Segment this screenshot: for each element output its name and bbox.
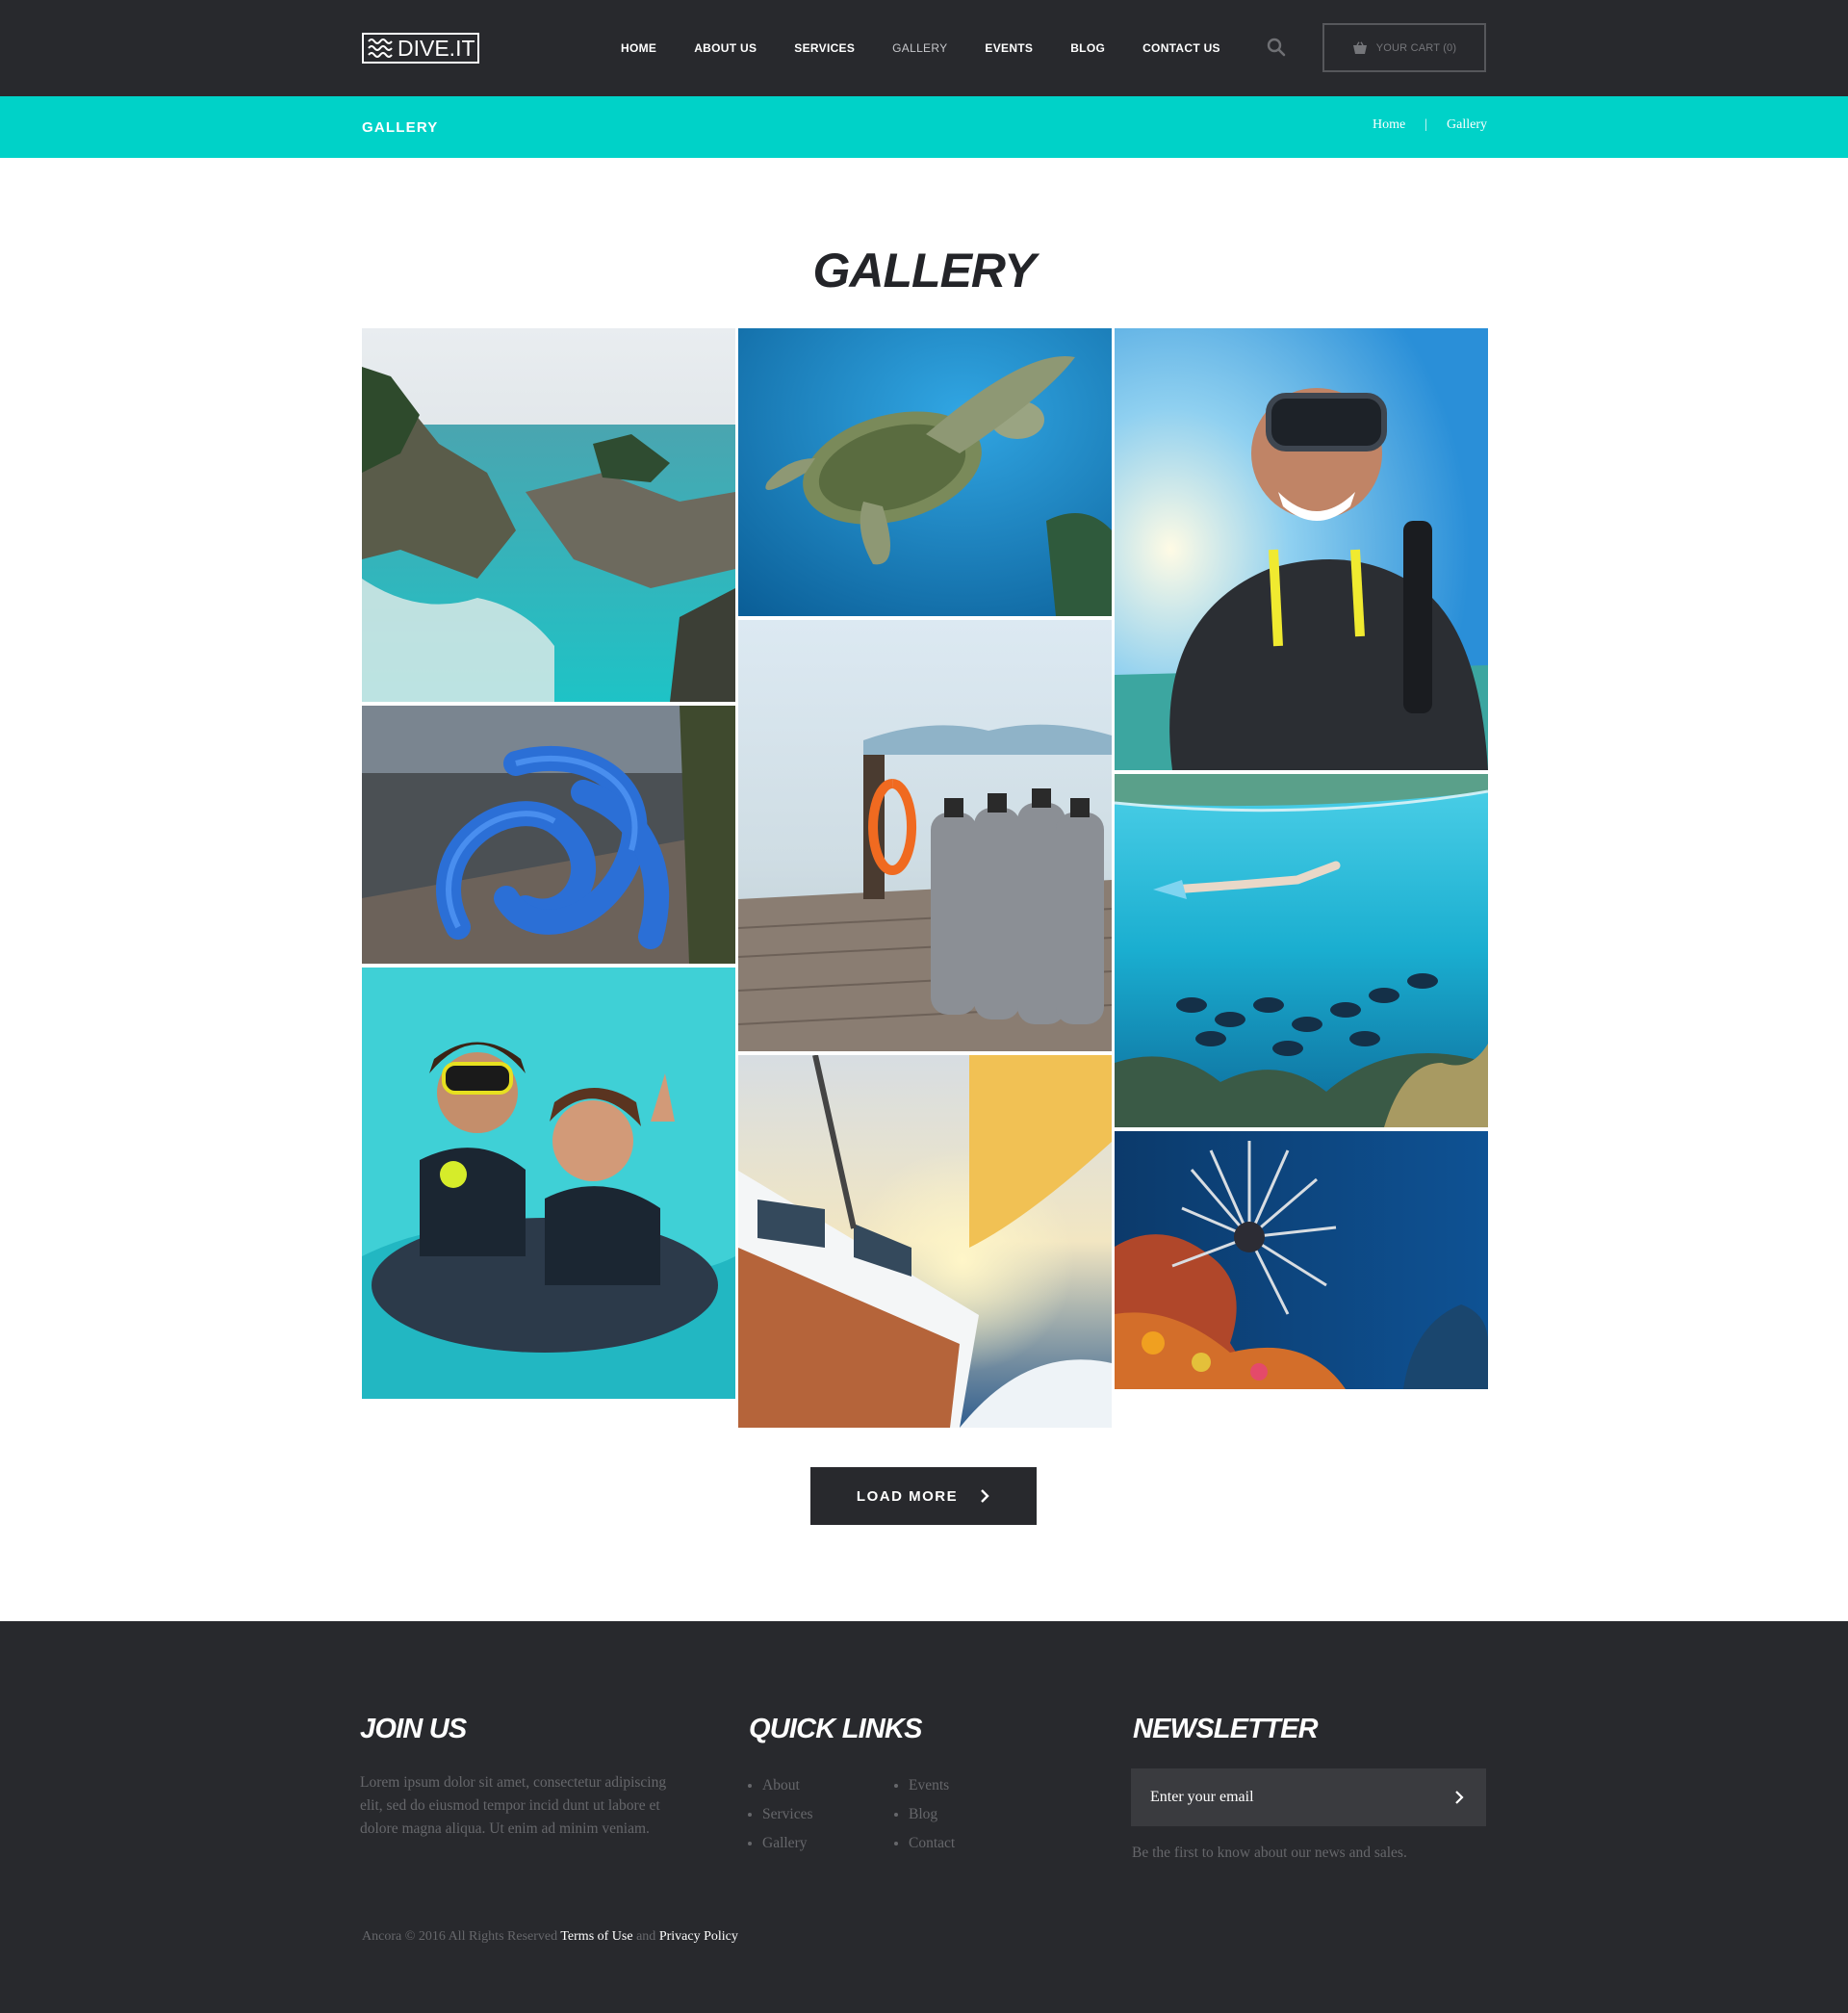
gallery-image (362, 968, 735, 1399)
main-nav: HOME ABOUT US SERVICES GALLERY EVENTS BL… (621, 0, 1258, 96)
breadcrumb: Home | Gallery (1373, 117, 1487, 133)
newsletter-submit-button[interactable] (1432, 1768, 1486, 1826)
nav-home[interactable]: HOME (621, 41, 656, 55)
copyright: Ancora © 2016 All Rights Reserved Terms … (362, 1929, 738, 1945)
waves-logo-icon (368, 39, 393, 58)
gallery-item-sea-turtle[interactable] (738, 328, 1112, 616)
load-more-label: LOAD MORE (856, 1487, 959, 1505)
gallery-image (362, 328, 735, 702)
footer-link-blog[interactable]: Blog (894, 1800, 955, 1829)
quick-links-column-2: Events Blog Contact (894, 1771, 955, 1858)
footer-link-contact[interactable]: Contact (894, 1829, 955, 1858)
gallery-item-freediver-reef-fish[interactable] (1115, 774, 1488, 1127)
gallery-item-blue-rope-knot[interactable] (362, 706, 735, 964)
copyright-text: Ancora © 2016 All Rights Reserved (362, 1929, 558, 1944)
privacy-policy-link[interactable]: Privacy Policy (659, 1929, 738, 1944)
gallery-item-sailboat-sunset[interactable] (738, 1055, 1112, 1428)
footer-link-services[interactable]: Services (748, 1800, 813, 1829)
gallery-image (738, 328, 1112, 616)
page-title-bar: GALLERY Home | Gallery (0, 96, 1848, 158)
gallery-image (362, 706, 735, 964)
logo-text: DIVE.IT (398, 36, 475, 61)
gallery-image (738, 620, 1112, 1051)
search-icon[interactable] (1266, 37, 1287, 58)
chevron-right-icon (1455, 1791, 1464, 1804)
site-header: DIVE.IT HOME ABOUT US SERVICES GALLERY E… (0, 0, 1848, 96)
gallery-image (1115, 328, 1488, 770)
gallery-image (738, 1055, 1112, 1428)
gallery-item-sea-urchin-coral[interactable] (1115, 1131, 1488, 1389)
gallery-item-diver-selfie[interactable] (1115, 328, 1488, 770)
gallery-item-coastal-cliffs[interactable] (362, 328, 735, 702)
logo[interactable]: DIVE.IT (362, 33, 479, 64)
basket-icon (1352, 40, 1367, 54)
newsletter-email-input[interactable] (1131, 1768, 1432, 1826)
nav-services[interactable]: SERVICES (794, 41, 855, 55)
site-footer: JOIN US Lorem ipsum dolor sit amet, cons… (0, 1621, 1848, 2013)
cart-button[interactable]: YOUR CART (0) (1322, 23, 1486, 72)
page-title: GALLERY (812, 244, 1037, 297)
gallery-item-scuba-tanks-dock[interactable] (738, 620, 1112, 1051)
footer-newsletter-heading: NEWSLETTER (1133, 1714, 1319, 1744)
quick-links-column-1: About Services Gallery (748, 1771, 813, 1858)
footer-link-gallery[interactable]: Gallery (748, 1829, 813, 1858)
footer-join-heading: JOIN US (360, 1714, 467, 1744)
footer-join-text: Lorem ipsum dolor sit amet, consectetur … (360, 1774, 667, 1837)
footer-link-about[interactable]: About (748, 1771, 813, 1800)
load-more-button[interactable]: LOAD MORE (810, 1467, 1037, 1525)
newsletter-note: Be the first to know about our news and … (1132, 1845, 1407, 1861)
gallery-image (1115, 774, 1488, 1127)
nav-about-us[interactable]: ABOUT US (694, 41, 757, 55)
cart-label: YOUR CART (0) (1375, 41, 1457, 54)
nav-gallery[interactable]: GALLERY (892, 41, 947, 55)
copyright-and: and (636, 1929, 656, 1944)
newsletter-form (1131, 1768, 1486, 1826)
title-bar-heading: GALLERY (362, 119, 439, 136)
chevron-right-icon (981, 1489, 989, 1503)
footer-link-events[interactable]: Events (894, 1771, 955, 1800)
nav-contact-us[interactable]: CONTACT US (1142, 41, 1220, 55)
terms-of-use-link[interactable]: Terms of Use (560, 1929, 632, 1944)
nav-events[interactable]: EVENTS (985, 41, 1033, 55)
footer-quick-links-heading: QUICK LINKS (749, 1714, 923, 1744)
nav-blog[interactable]: BLOG (1070, 41, 1105, 55)
breadcrumb-current: Gallery (1447, 117, 1487, 132)
gallery-image (1115, 1131, 1488, 1389)
breadcrumb-home-link[interactable]: Home (1373, 117, 1405, 133)
gallery-item-two-divers-smiling[interactable] (362, 968, 735, 1399)
breadcrumb-separator: | (1424, 117, 1428, 132)
